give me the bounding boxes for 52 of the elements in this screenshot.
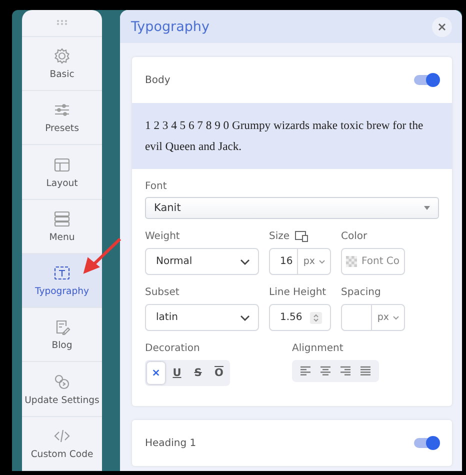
align-left-icon[interactable] — [300, 366, 311, 376]
field-label: Size — [269, 231, 290, 242]
chevron-down-icon — [240, 258, 250, 264]
sidebar-item[interactable]: Layout — [22, 145, 102, 200]
decoration-option[interactable]: S — [189, 362, 207, 384]
close-icon — [438, 22, 446, 30]
field-label: Spacing — [341, 287, 382, 298]
align-right-icon[interactable] — [340, 366, 351, 376]
subset-select[interactable]: latin — [145, 304, 259, 331]
toggle-switch[interactable] — [414, 75, 438, 85]
weight-select[interactable]: Normal — [145, 248, 259, 275]
align-justify-icon[interactable] — [360, 366, 371, 376]
line-height-input[interactable]: 1.56 — [269, 304, 331, 331]
settings-icon — [53, 47, 71, 66]
font-select[interactable]: Kanit — [145, 197, 439, 219]
chevron-down-icon — [319, 260, 325, 264]
checkerboard-icon — [346, 256, 358, 267]
field-label: Subset — [145, 287, 180, 298]
sidebar-item[interactable]: Update Settings — [22, 362, 102, 417]
close-button[interactable] — [432, 16, 452, 36]
sidebar-item[interactable]: Presets — [22, 91, 102, 146]
field-label: Alignment — [292, 343, 344, 354]
toggle-switch[interactable] — [414, 438, 438, 448]
panel-title: Typography — [131, 18, 210, 34]
chevron-down-icon — [393, 316, 399, 320]
align-center-icon[interactable] — [320, 366, 331, 376]
responsive-device-icon[interactable] — [294, 231, 308, 242]
decoration-option[interactable]: U — [168, 362, 186, 384]
field-label: Weight — [145, 231, 181, 242]
type-icon — [53, 264, 71, 282]
color-picker-button[interactable]: Font Co — [341, 248, 405, 275]
chevron-down-icon — [240, 314, 250, 320]
sidebar-item[interactable]: Basic — [22, 36, 102, 92]
sidebar-item[interactable]: Custom Code — [22, 416, 102, 471]
sidebar-item[interactable]: Blog — [22, 308, 102, 362]
sidebar-item[interactable]: Typography — [22, 254, 102, 308]
stepper-icon — [310, 312, 322, 324]
size-input[interactable]: 16 px — [269, 248, 331, 275]
spacing-input[interactable]: px — [341, 304, 405, 331]
menu-icon — [53, 210, 71, 228]
decoration-option[interactable]: × — [147, 362, 165, 384]
section-title: Body — [145, 74, 170, 86]
field-label: Font — [145, 181, 168, 192]
field-label: Decoration — [145, 343, 201, 354]
caret-icon — [424, 206, 430, 210]
layout-icon — [53, 156, 71, 174]
font-preview-text: 1 2 3 4 5 6 7 8 9 0 Grumpy wizards make toxic brew for the evil Queen and Jack. — [132, 103, 452, 169]
decoration-option[interactable]: O — [210, 362, 228, 384]
field-label: Line Height — [269, 287, 328, 298]
field-label: Color — [341, 231, 368, 242]
section-title: Heading 1 — [145, 438, 196, 448]
drag-handle-icon[interactable] — [56, 20, 68, 26]
